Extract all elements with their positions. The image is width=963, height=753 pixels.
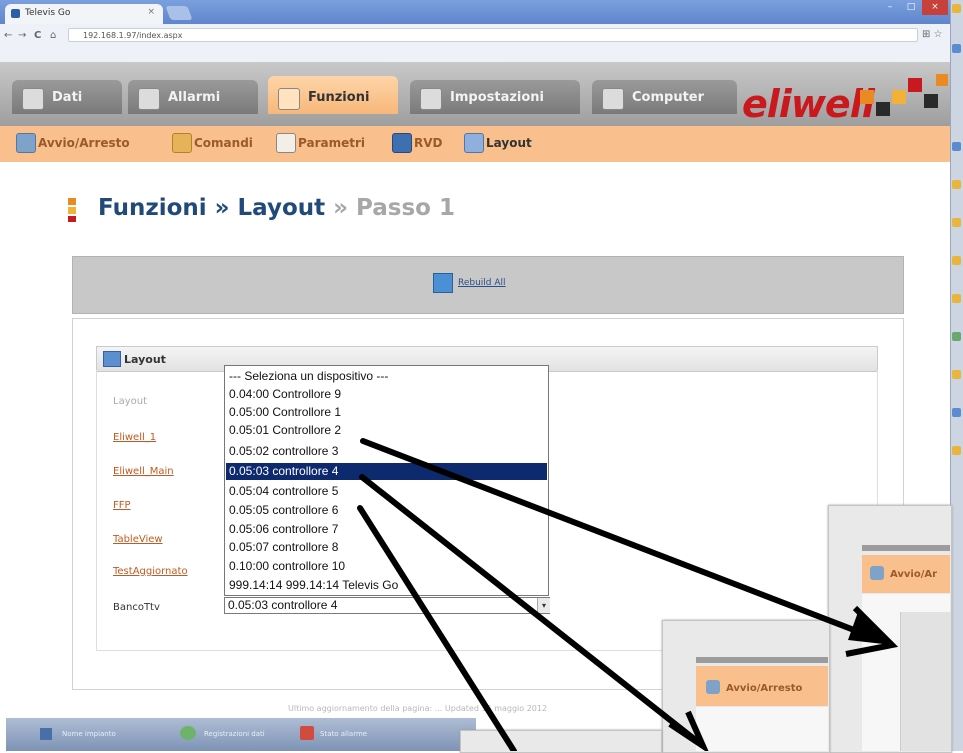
logo-blocks-icon (860, 74, 948, 116)
device-select[interactable]: 0.05:03 controllore 4 (224, 597, 550, 614)
subnav-rvd[interactable]: RVD (414, 136, 443, 150)
alarm-icon (138, 88, 160, 110)
dropdown-option[interactable]: 0.10:00 controllore 10 (226, 559, 547, 573)
tab-close-icon[interactable]: × (147, 7, 155, 17)
address-bar[interactable]: 192.168.1.97/index.aspx (68, 28, 918, 42)
tab-allarmi[interactable]: Allarmi (128, 80, 258, 114)
tab-impostazioni[interactable]: Impostazioni (410, 80, 580, 114)
forward-button[interactable]: → (18, 30, 26, 41)
home-button[interactable]: ⌂ (50, 30, 56, 41)
side-icon (952, 408, 961, 417)
side-icon (952, 4, 961, 13)
layout-link-tableview[interactable]: TableView (113, 534, 163, 545)
thumbnail-header (696, 657, 828, 663)
tab-funzioni[interactable]: Funzioni (268, 76, 398, 114)
layout-link-eliwell-1[interactable]: Eliwell_1 (113, 432, 156, 443)
layout-row-label: Layout (113, 396, 147, 407)
subnav-parametri[interactable]: Parametri (298, 136, 365, 150)
thumbnail-content (696, 707, 828, 751)
rebuild-all-link[interactable]: Rebuild All (458, 278, 506, 288)
maximize-button[interactable]: □ (901, 0, 921, 15)
records-icon (180, 726, 196, 740)
power-icon (870, 566, 884, 580)
power-icon (16, 133, 36, 153)
dropdown-option[interactable]: 0.05:01 Controllore 2 (226, 423, 547, 437)
dropdown-option[interactable]: 0.05:06 controllore 7 (226, 522, 547, 536)
tab-dati[interactable]: Dati (12, 80, 122, 114)
tab-label: Funzioni (308, 90, 370, 105)
dropdown-option[interactable]: 0.04:00 Controllore 9 (226, 387, 547, 401)
page-title-main: Funzioni » Layout (98, 195, 326, 221)
layout-row-bancottv: BancoTtv (113, 602, 160, 613)
dropdown-option[interactable]: 0.05:00 Controllore 1 (226, 405, 547, 419)
layout-link-testaggiornato[interactable]: TestAggiornato (113, 566, 188, 577)
browser-tab[interactable]: Televis Go × (5, 4, 163, 24)
parameters-icon (276, 133, 296, 153)
heading-bullet-icon (68, 198, 76, 222)
side-icon (952, 294, 961, 303)
thumbnail-step-small (460, 730, 662, 753)
side-icon (952, 218, 961, 227)
tab-label: Dati (52, 90, 83, 105)
tab-label: Impostazioni (450, 90, 545, 105)
command-icon (172, 133, 192, 153)
page-footer: Ultimo aggiornamento della pagina: ... U… (288, 704, 548, 713)
layout-panel-icon (103, 351, 121, 367)
subnav-comandi[interactable]: Comandi (194, 136, 253, 150)
side-icon (952, 256, 961, 265)
rebuild-icon[interactable] (433, 273, 453, 293)
rvd-icon (392, 133, 412, 153)
bookmark-star-icon[interactable]: ⊞ ☆ (922, 29, 943, 40)
side-icon (952, 44, 961, 53)
taskbar-site-name[interactable]: Nome impianto (62, 730, 116, 738)
dropdown-option[interactable]: 0.05:02 controllore 3 (226, 444, 547, 458)
data-icon (22, 88, 44, 110)
favicon-icon (11, 9, 20, 18)
thumbnail-panel (900, 612, 951, 751)
page-title-step: » Passo 1 (325, 195, 455, 221)
side-icon (952, 180, 961, 189)
subnav-avvio-arresto[interactable]: Avvio/Arresto (38, 136, 130, 150)
dropdown-option[interactable]: --- Seleziona un dispositivo --- (226, 369, 547, 383)
side-icon (952, 332, 961, 341)
dropdown-option-selected[interactable]: 0.05:03 controllore 4 (226, 463, 547, 480)
dropdown-option[interactable]: 999.14:14 999.14:14 Televis Go (226, 578, 547, 592)
site-icon (40, 728, 52, 740)
tools-icon (278, 88, 300, 110)
side-icon (952, 370, 961, 379)
thumbnail-header (862, 545, 950, 551)
page-title: Funzioni » Layout » Passo 1 (98, 195, 455, 221)
reload-button[interactable]: C (34, 30, 41, 41)
layout-link-ffp[interactable]: FFP (113, 500, 131, 511)
chevron-down-icon[interactable]: ▾ (537, 598, 550, 613)
tab-computer[interactable]: Computer (592, 80, 737, 114)
layout-panel-title: Layout (124, 353, 166, 366)
eliwell-logo: eliwell (742, 82, 875, 126)
computer-icon (602, 88, 624, 110)
dropdown-option[interactable]: 0.05:04 controllore 5 (226, 484, 547, 498)
dropdown-option[interactable]: 0.05:05 controllore 6 (226, 503, 547, 517)
dropdown-option[interactable]: 0.05:07 controllore 8 (226, 540, 547, 554)
device-dropdown-list[interactable]: --- Seleziona un dispositivo --- 0.04:00… (224, 365, 549, 596)
tab-label: Computer (632, 90, 705, 105)
power-icon (706, 680, 720, 694)
taskbar-alarm-status[interactable]: Stato allarme (320, 730, 367, 738)
thumbnail-label: Avvio/Arresto (726, 683, 803, 694)
side-icon (952, 446, 961, 455)
subnav-layout[interactable]: Layout (486, 136, 532, 150)
close-window-button[interactable]: × (922, 0, 948, 15)
thumbnail-label: Avvio/Ar (890, 569, 938, 580)
tab-label: Allarmi (168, 90, 221, 105)
back-button[interactable]: ← (4, 30, 12, 41)
new-tab-button[interactable] (165, 6, 193, 20)
taskbar-records[interactable]: Registrazioni dati (204, 730, 265, 738)
layout-icon (464, 133, 484, 153)
settings-icon (420, 88, 442, 110)
alarm-status-icon (300, 726, 314, 740)
side-icon (952, 142, 961, 151)
minimize-button[interactable]: – (880, 0, 900, 15)
browser-tab-title: Televis Go (25, 8, 71, 18)
layout-link-eliwell-main[interactable]: Eliwell_Main (113, 466, 174, 477)
